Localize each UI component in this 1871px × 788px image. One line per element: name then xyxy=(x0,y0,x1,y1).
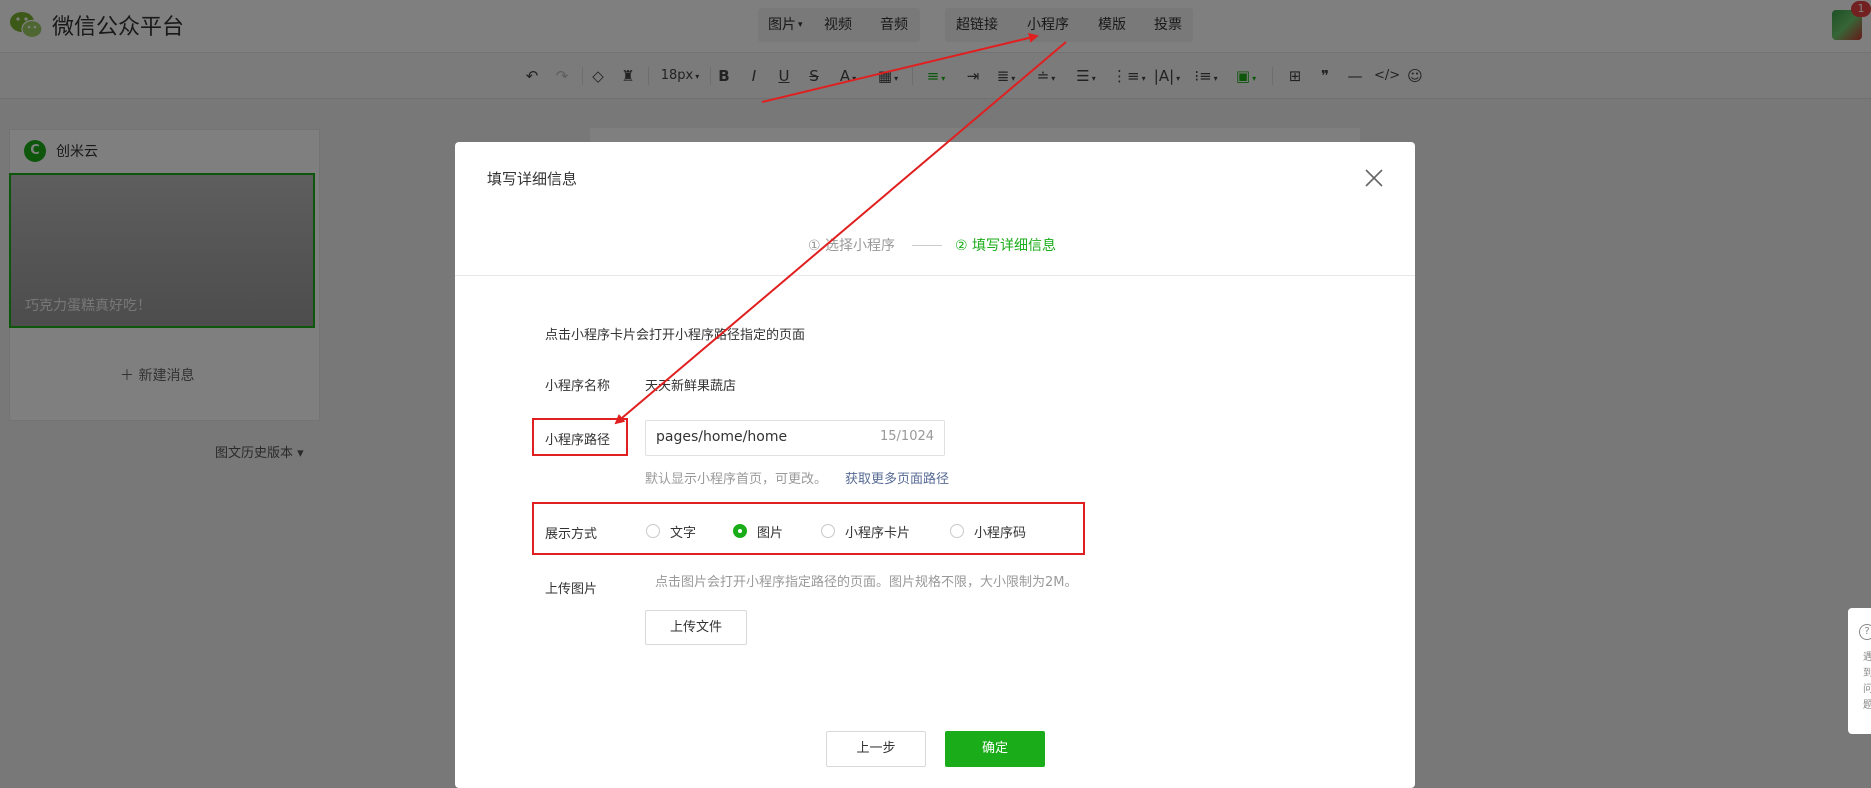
help-icon: ? xyxy=(1859,624,1871,640)
miniprogram-path-value: pages/home/home xyxy=(656,429,788,445)
upload-hint: 点击图片会打开小程序指定路径的页面。图片规格不限，大小限制为2M。 xyxy=(655,575,1078,590)
path-hint: 默认显示小程序首页，可更改。 xyxy=(645,472,828,487)
step-connector xyxy=(912,245,942,246)
dialog-title: 填写详细信息 xyxy=(487,170,578,188)
close-icon[interactable] xyxy=(1360,164,1388,192)
dialog-divider xyxy=(455,275,1415,276)
more-paths-link[interactable]: 获取更多页面路径 xyxy=(845,468,949,487)
dialog-description: 点击小程序卡片会打开小程序路径指定的页面 xyxy=(545,328,806,343)
annotation-box-display xyxy=(532,502,1085,555)
previous-step-button[interactable]: 上一步 xyxy=(826,731,926,767)
step-fill-details: ② 填写详细信息 xyxy=(955,238,1057,254)
miniprogram-dialog xyxy=(455,142,1415,788)
upload-image-label: 上传图片 xyxy=(545,582,598,597)
step-select-miniprogram: ① 选择小程序 xyxy=(808,238,896,254)
miniprogram-name-value: 天天新鲜果蔬店 xyxy=(645,379,737,394)
help-tab-text: 遇到问题 xyxy=(1863,652,1871,711)
annotation-box-path xyxy=(532,418,628,456)
confirm-button[interactable]: 确定 xyxy=(945,731,1045,767)
miniprogram-name-label: 小程序名称 xyxy=(545,379,611,394)
upload-file-button[interactable]: 上传文件 xyxy=(645,610,747,645)
path-char-count: 15/1024 xyxy=(880,429,935,444)
